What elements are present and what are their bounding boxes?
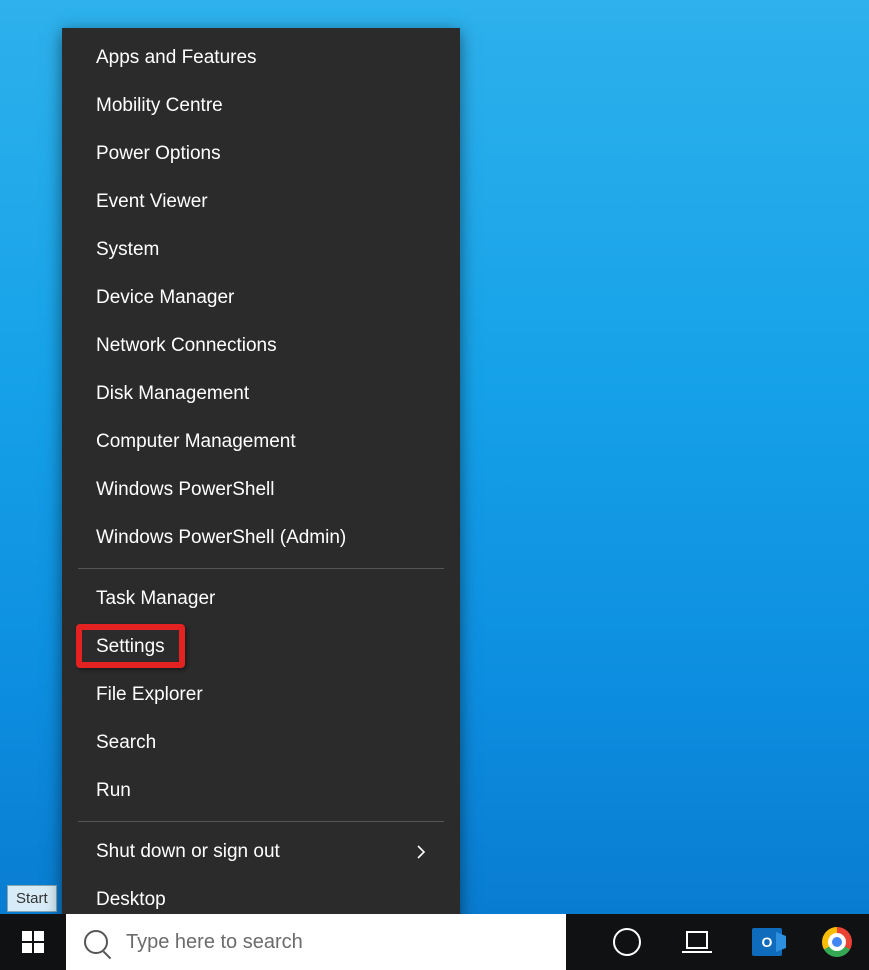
menu-item-label: Windows PowerShell (Admin) [96,527,346,549]
cortana-button[interactable] [607,922,647,962]
chrome-button[interactable] [817,922,857,962]
menu-item-windows-powershell[interactable]: Windows PowerShell [78,466,444,514]
taskbar: Type here to search O [0,914,869,970]
search-icon [84,930,108,954]
start-tooltip: Start [7,885,57,912]
menu-item-event-viewer[interactable]: Event Viewer [78,178,444,226]
menu-item-disk-management[interactable]: Disk Management [78,370,444,418]
menu-item-label: Mobility Centre [96,95,223,117]
taskbar-search[interactable]: Type here to search [66,914,566,970]
menu-item-computer-management[interactable]: Computer Management [78,418,444,466]
menu-item-label: Device Manager [96,287,234,309]
menu-item-label: Settings [96,636,165,658]
menu-item-label: Desktop [96,889,166,911]
outlook-icon: O [752,928,782,956]
menu-item-label: Network Connections [96,335,277,357]
menu-item-task-manager[interactable]: Task Manager [78,575,444,623]
cortana-icon [613,928,641,956]
winx-context-menu: Apps and Features Mobility Centre Power Op… [62,28,460,940]
start-button[interactable] [0,914,66,970]
menu-item-label: Search [96,732,156,754]
menu-item-mobility-centre[interactable]: Mobility Centre [78,82,444,130]
menu-item-file-explorer[interactable]: File Explorer [78,671,444,719]
menu-item-power-options[interactable]: Power Options [78,130,444,178]
menu-item-label: File Explorer [96,684,203,706]
menu-item-label: Computer Management [96,431,296,453]
menu-item-run[interactable]: Run [78,767,444,815]
menu-item-apps-and-features[interactable]: Apps and Features [78,34,444,82]
outlook-button[interactable]: O [747,922,787,962]
menu-item-label: Event Viewer [96,191,208,213]
task-view-button[interactable] [677,922,717,962]
taskbar-right-icons: O [607,914,869,970]
menu-item-label: Shut down or sign out [96,841,280,863]
menu-item-windows-powershell-admin[interactable]: Windows PowerShell (Admin) [78,514,444,562]
chevron-right-icon [416,844,426,860]
menu-item-device-manager[interactable]: Device Manager [78,274,444,322]
windows-logo-icon [22,931,44,953]
menu-item-label: Windows PowerShell [96,479,274,501]
menu-item-settings[interactable]: Settings [78,623,444,671]
chrome-icon [822,927,852,957]
menu-item-shut-down-or-sign-out[interactable]: Shut down or sign out [78,828,444,876]
menu-separator [78,568,444,569]
search-placeholder: Type here to search [126,931,303,954]
menu-item-system[interactable]: System [78,226,444,274]
menu-item-label: Apps and Features [96,47,257,69]
task-view-icon [682,931,712,953]
menu-item-label: Power Options [96,143,221,165]
menu-item-search[interactable]: Search [78,719,444,767]
menu-item-network-connections[interactable]: Network Connections [78,322,444,370]
menu-separator [78,821,444,822]
menu-item-label: Task Manager [96,588,215,610]
menu-item-label: Run [96,780,131,802]
menu-item-label: Disk Management [96,383,249,405]
menu-item-label: System [96,239,159,261]
